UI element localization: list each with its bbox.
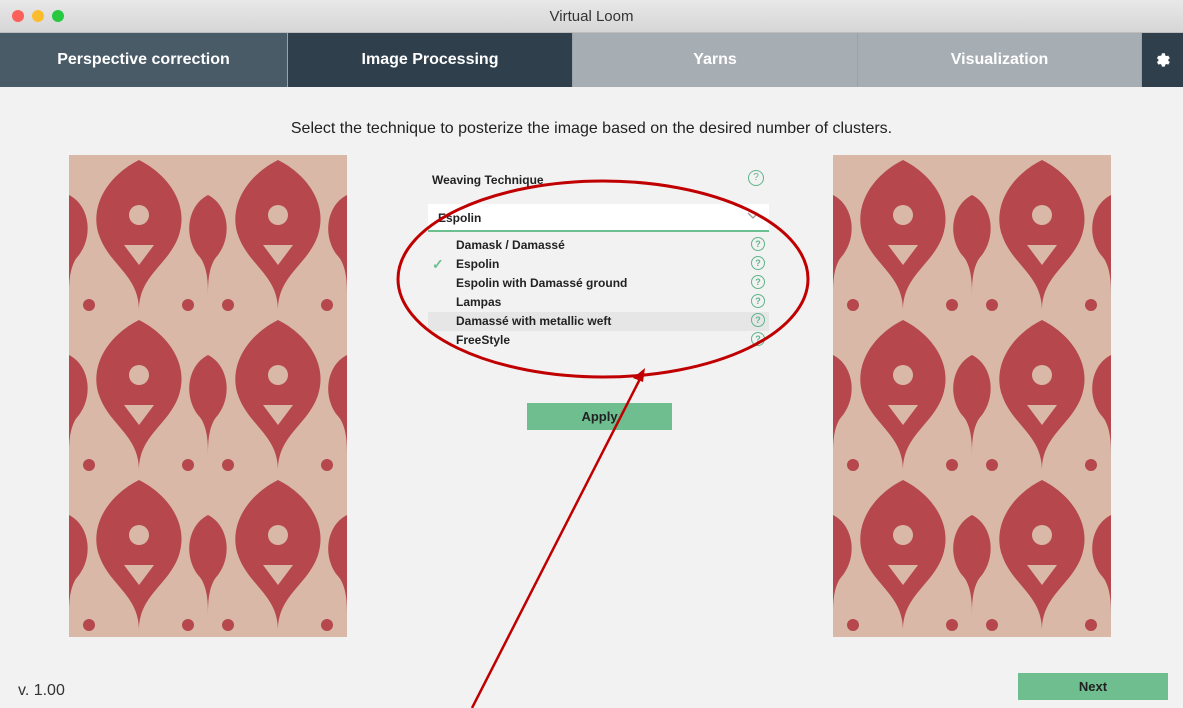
help-icon[interactable]: ? (751, 313, 765, 327)
option-lampas[interactable]: Lampas? (428, 293, 769, 312)
instruction-text: Select the technique to posterize the im… (290, 120, 893, 137)
checkmark-icon: ✓ (432, 256, 444, 272)
option-label: Damask / Damassé (456, 238, 565, 252)
version-label: v. 1.00 (18, 682, 65, 699)
apply-button[interactable]: Apply (527, 403, 672, 430)
option-damasse-metallic-weft[interactable]: Damassé with metallic weft? (428, 312, 769, 331)
option-espolin[interactable]: ✓ Espolin? (428, 255, 769, 274)
window-title: Virtual Loom (549, 8, 634, 25)
weaving-technique-label: Weaving Technique (432, 173, 544, 187)
option-damask[interactable]: Damask / Damassé? (428, 236, 769, 255)
tab-image-processing[interactable]: Image Processing (288, 33, 573, 87)
annotation-arrowhead (633, 368, 645, 382)
tab-label: Perspective correction (57, 51, 230, 68)
title-bar: Virtual Loom (0, 0, 1183, 33)
help-icon[interactable]: ? (748, 170, 764, 186)
help-icon[interactable]: ? (751, 332, 765, 346)
option-espolin-damasse-ground[interactable]: Espolin with Damassé ground? (428, 274, 769, 293)
option-label: Espolin with Damassé ground (456, 276, 628, 290)
tab-label: Image Processing (361, 51, 499, 68)
tab-yarns[interactable]: Yarns (573, 33, 858, 87)
chevron-down-icon (747, 212, 759, 219)
tab-perspective-correction[interactable]: Perspective correction (0, 33, 288, 87)
tab-label: Yarns (693, 51, 737, 68)
help-icon[interactable]: ? (751, 256, 765, 270)
help-icon[interactable]: ? (751, 294, 765, 308)
help-icon[interactable]: ? (751, 237, 765, 251)
weaving-technique-select[interactable]: Espolin (428, 204, 769, 232)
option-label: Damassé with metallic weft (456, 314, 612, 328)
tab-visualization[interactable]: Visualization (858, 33, 1142, 87)
help-icon[interactable]: ? (751, 275, 765, 289)
processed-fabric-image (833, 155, 1111, 637)
option-label: Espolin (456, 257, 500, 271)
tab-label: Visualization (950, 51, 1049, 68)
original-fabric-image (69, 155, 347, 637)
selected-technique: Espolin (438, 211, 482, 225)
gear-icon (1156, 53, 1170, 67)
option-label: Lampas (456, 295, 502, 309)
option-label: FreeStyle (456, 333, 511, 347)
next-button[interactable]: Next (1018, 673, 1168, 700)
option-freestyle[interactable]: FreeStyle? (428, 331, 769, 350)
technique-options-list: Damask / Damassé? ✓ Espolin? Espolin with… (428, 236, 769, 350)
settings-button[interactable] (1142, 33, 1183, 87)
main-tabs: Perspective correction Image Processing … (0, 33, 1183, 87)
